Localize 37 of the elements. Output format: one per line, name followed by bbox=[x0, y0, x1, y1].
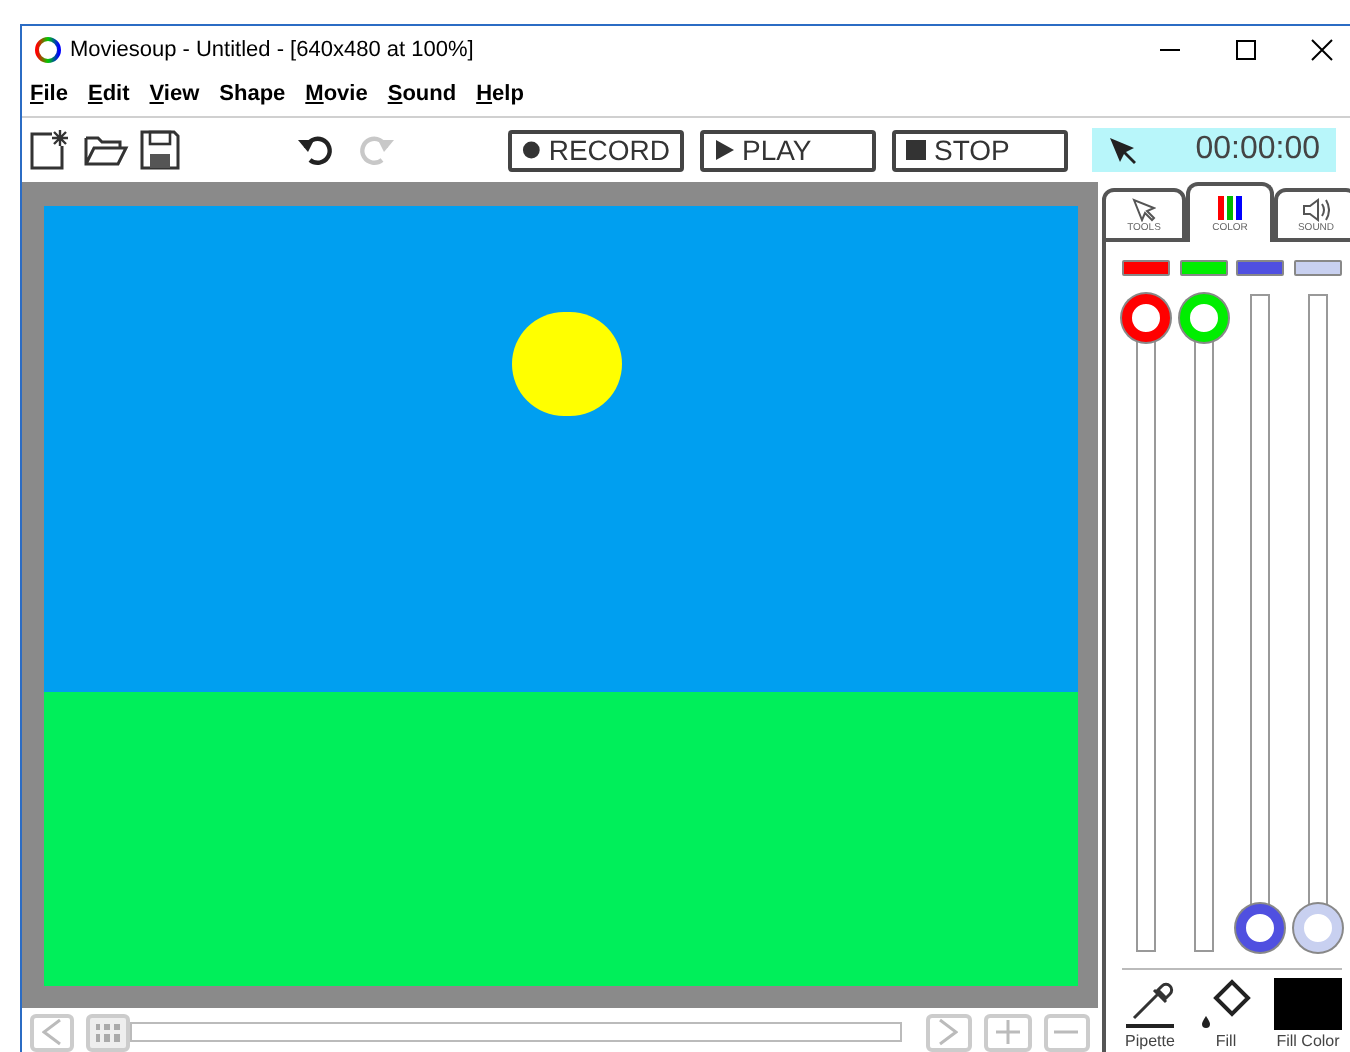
slider-thumb[interactable] bbox=[1236, 903, 1285, 952]
menu-item[interactable]: Sound bbox=[387, 78, 457, 112]
speaker-icon bbox=[1302, 197, 1330, 221]
tool-label: Fill Color bbox=[1276, 1034, 1340, 1050]
menu-item[interactable]: View bbox=[149, 78, 200, 112]
plus-icon bbox=[993, 1018, 1022, 1046]
close-icon[interactable] bbox=[1310, 38, 1334, 62]
new-file-icon[interactable] bbox=[26, 128, 70, 172]
chevron-left-icon bbox=[41, 1018, 62, 1046]
maximize-icon[interactable] bbox=[1234, 38, 1258, 62]
pipette-icon[interactable] bbox=[1122, 978, 1178, 1030]
slider-thumb[interactable] bbox=[1122, 293, 1170, 342]
stop-button[interactable]: STOP bbox=[892, 129, 1068, 171]
play-button[interactable]: PLAY bbox=[700, 129, 876, 171]
tool-label: Fill bbox=[1215, 1034, 1237, 1050]
menu-item[interactable]: Help bbox=[476, 78, 524, 112]
save-icon[interactable] bbox=[138, 128, 182, 172]
scrollbar-thumb[interactable] bbox=[85, 1013, 129, 1051]
color-bars-icon bbox=[1218, 195, 1242, 219]
chevron-right-icon bbox=[938, 1018, 959, 1046]
tool-label: Pipette bbox=[1125, 1034, 1175, 1050]
window-title: Moviesoup - Untitled - [640x480 at 100%] bbox=[70, 35, 474, 66]
record-button[interactable]: RECORD bbox=[508, 129, 684, 171]
time-readout: 00:00:00 bbox=[1195, 130, 1320, 170]
menu-item[interactable]: File bbox=[30, 78, 68, 112]
arrow-cursor-icon bbox=[1132, 197, 1156, 221]
app-logo-icon bbox=[34, 36, 62, 64]
record-icon bbox=[522, 140, 541, 160]
play-icon bbox=[714, 140, 734, 160]
timeline-scrollbar[interactable] bbox=[85, 1013, 902, 1051]
stop-icon bbox=[906, 140, 926, 160]
fill-color-swatch[interactable] bbox=[1274, 978, 1342, 1030]
menu-item[interactable]: Shape bbox=[219, 78, 286, 112]
cursor-arrow-icon bbox=[1108, 136, 1136, 164]
paint-bucket-icon[interactable] bbox=[1200, 978, 1252, 1030]
menu-item[interactable]: Edit bbox=[87, 78, 130, 112]
menu-item[interactable]: Movie bbox=[305, 78, 368, 112]
